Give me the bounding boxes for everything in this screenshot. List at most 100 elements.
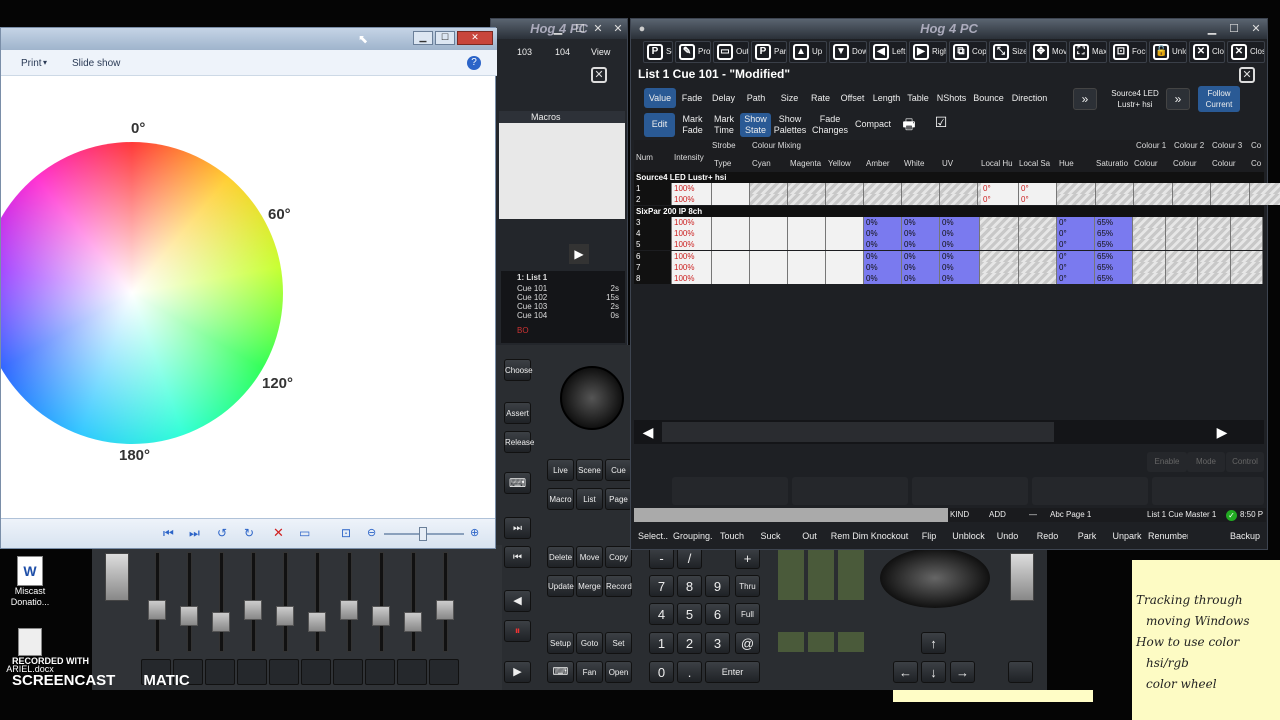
cell[interactable] (940, 194, 978, 205)
cell[interactable] (1249, 183, 1280, 194)
cell[interactable] (1057, 194, 1096, 205)
key-minus[interactable]: - (649, 547, 674, 569)
command-select[interactable]: Select.. (634, 527, 672, 545)
cell[interactable] (902, 194, 940, 205)
close-icon[interactable]: ✕ (1249, 22, 1263, 36)
softkey[interactable] (1152, 477, 1264, 505)
fader-button[interactable] (269, 659, 299, 685)
enable-button[interactable]: Enable (1147, 452, 1187, 472)
cell[interactable] (712, 273, 750, 284)
list-key[interactable]: List (576, 488, 603, 510)
command-grouping[interactable]: Grouping.. (673, 527, 712, 545)
cell[interactable] (1230, 217, 1263, 228)
cell[interactable] (1133, 261, 1166, 273)
column-header[interactable]: Cyan (752, 158, 790, 169)
close-icon[interactable]: ✕ (457, 31, 493, 45)
fader-handle[interactable] (212, 612, 230, 632)
cell[interactable] (788, 217, 826, 228)
local-sat-cell[interactable]: 0° (1019, 194, 1057, 205)
cell[interactable] (1133, 273, 1166, 284)
amber-cell[interactable]: 0% (864, 239, 902, 251)
uv-cell[interactable]: 0% (940, 261, 980, 273)
open-key[interactable]: Open (605, 661, 632, 683)
uv-cell[interactable]: 0% (940, 250, 980, 262)
slideshow-menu[interactable]: Slide show (72, 58, 120, 69)
tab-table[interactable]: Table (904, 88, 932, 108)
cell[interactable] (826, 183, 864, 194)
cell[interactable] (826, 273, 864, 284)
row-number[interactable]: 4 (634, 228, 672, 240)
fader-handle[interactable] (340, 600, 358, 620)
intensity-cell[interactable]: 100% (672, 273, 712, 284)
fit-icon[interactable]: ⊡ (341, 526, 351, 540)
screen-icon[interactable]: ▭ (299, 526, 310, 540)
scroll-thumb[interactable] (662, 422, 1054, 442)
option-compact[interactable]: Compact (853, 113, 893, 137)
tab-rate[interactable]: Rate (806, 88, 835, 108)
command-redo[interactable]: Redo (1028, 527, 1067, 545)
toolbar-outpu-button[interactable]: ▭Outpu (713, 41, 749, 63)
horizontal-scrollbar[interactable]: ◀ ▶ (634, 420, 1264, 444)
cell[interactable] (788, 183, 826, 194)
local-hue-cell[interactable]: 0° (981, 194, 1019, 205)
cell[interactable] (1165, 273, 1198, 284)
cell[interactable] (864, 194, 902, 205)
command-knockout[interactable]: Knockout (870, 527, 909, 545)
intensity-cell[interactable]: 100% (672, 250, 712, 262)
column-header[interactable]: Local Sa (1019, 158, 1059, 169)
column-header[interactable]: Num (636, 152, 674, 163)
amber-cell[interactable]: 0% (864, 273, 902, 284)
intensity-cell[interactable]: 100% (672, 239, 712, 251)
copy-key[interactable]: Copy (605, 546, 632, 568)
option-show-palettes[interactable]: Show Palettes (772, 113, 808, 137)
tab-length[interactable]: Length (870, 88, 903, 108)
record-key[interactable]: Record (605, 575, 632, 597)
fader-handle[interactable] (180, 606, 198, 626)
fader-handle[interactable] (404, 612, 422, 632)
cell[interactable] (1230, 273, 1263, 284)
cell[interactable] (788, 239, 826, 251)
toolbar-parke-button[interactable]: PParke (751, 41, 787, 63)
row-number[interactable]: 3 (634, 217, 672, 228)
chevron-right-icon[interactable]: » (1073, 88, 1097, 110)
amber-cell[interactable]: 0% (864, 228, 902, 240)
command-flip[interactable]: Flip (910, 527, 948, 545)
key-dot[interactable]: . (677, 661, 702, 683)
cell[interactable] (980, 261, 1019, 273)
cell[interactable] (788, 250, 826, 262)
command-touch[interactable]: Touch (713, 527, 751, 545)
row-number[interactable]: 2 (634, 194, 672, 205)
scroll-left-icon[interactable]: ◀ (638, 422, 658, 442)
cell[interactable] (826, 250, 864, 262)
saturation-cell[interactable]: 65% (1095, 217, 1133, 228)
cell[interactable] (826, 261, 864, 273)
toolbar-copy-button[interactable]: ⧉Copy (949, 41, 987, 63)
cell[interactable] (826, 217, 864, 228)
key-0[interactable]: 0 (649, 661, 674, 683)
toolbar-left-button[interactable]: ◀ Left (869, 41, 907, 63)
intensity-cell[interactable]: 100% (672, 261, 712, 273)
chevron-right-icon[interactable]: » (1166, 88, 1190, 110)
page-key[interactable]: Page (605, 488, 632, 510)
cell[interactable] (712, 239, 750, 251)
zoom-slider-thumb[interactable] (419, 527, 427, 541)
toolbar-sel-button[interactable]: PSel (643, 41, 673, 63)
maximize-icon[interactable]: ☐ (435, 31, 455, 45)
cell[interactable] (1057, 183, 1096, 194)
merge-key[interactable]: Merge (576, 575, 603, 597)
hue-cell[interactable]: 0° (1057, 217, 1095, 228)
cell[interactable] (1019, 228, 1057, 240)
toolbar-progr-button[interactable]: ✎Progr (675, 41, 711, 63)
cell[interactable] (788, 194, 826, 205)
playback-keys[interactable] (778, 548, 864, 688)
cell[interactable] (1019, 250, 1057, 262)
cell[interactable] (1211, 183, 1250, 194)
skip-back-icon[interactable]: ⏮ (504, 546, 531, 568)
cell[interactable] (826, 194, 864, 205)
command-remdim[interactable]: Rem Dim (830, 527, 869, 545)
minimize-icon[interactable]: ▁ (413, 31, 433, 45)
row-number[interactable]: 8 (634, 273, 672, 284)
softkey[interactable] (792, 477, 908, 505)
arrow-down-icon[interactable]: ↓ (921, 661, 946, 683)
cell[interactable] (1165, 217, 1198, 228)
